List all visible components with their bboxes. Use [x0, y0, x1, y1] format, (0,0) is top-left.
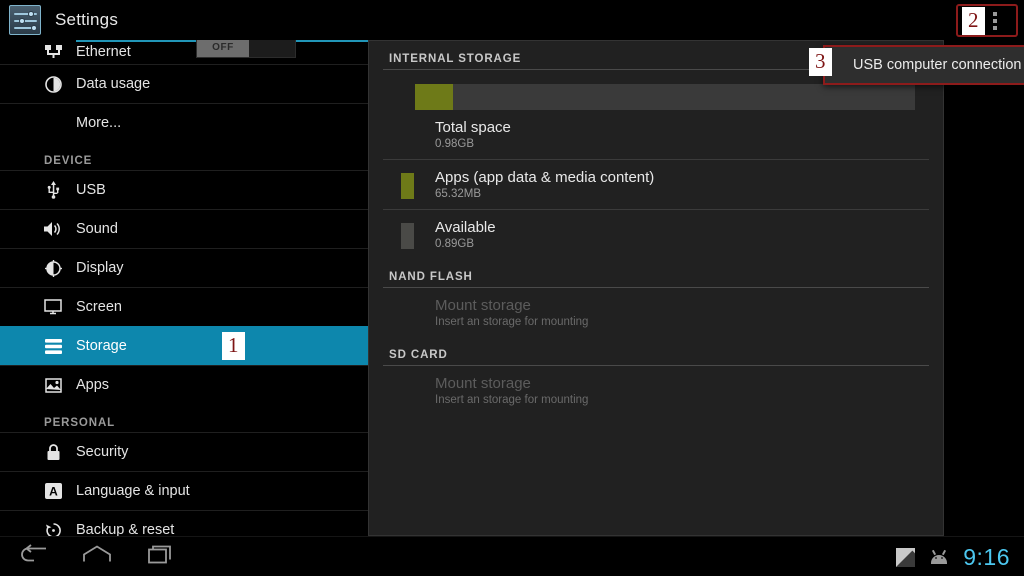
sidebar-item-label: Display	[76, 260, 124, 276]
overflow-menu-icon[interactable]	[992, 11, 997, 30]
apps-icon	[44, 376, 62, 394]
sound-icon	[44, 220, 62, 238]
sidebar-item-label: Screen	[76, 299, 122, 315]
settings-nav-list[interactable]: Ethernet OFF Data usage More... DEVICE U…	[0, 40, 368, 536]
legend-swatch-available	[401, 223, 414, 249]
storage-usage-bar	[415, 84, 915, 110]
backup-reset-icon	[44, 521, 62, 536]
android-head-icon	[929, 549, 949, 564]
sidebar-item-label: Ethernet	[76, 44, 131, 60]
menu-item-label: USB computer connection	[853, 57, 1022, 73]
nand-flash-mount-storage-row: Mount storage Insert an storage for moun…	[383, 288, 929, 337]
row-title: Available	[435, 219, 496, 236]
annotation-badge-3: 3	[809, 48, 832, 76]
sidebar-item-apps[interactable]: Apps	[0, 365, 368, 404]
storage-row-apps[interactable]: Apps (app data & media content) 65.32MB	[383, 160, 929, 210]
settings-sliders-icon	[9, 5, 41, 35]
section-header-sd-card: SD CARD	[383, 337, 929, 366]
sidebar-item-screen[interactable]: Screen	[0, 287, 368, 326]
sidebar-item-label: More...	[76, 115, 122, 131]
lock-icon	[44, 443, 62, 461]
storage-row-available[interactable]: Available 0.89GB	[383, 210, 929, 259]
sidebar-item-ethernet[interactable]: Ethernet OFF	[0, 40, 368, 64]
row-value: 0.98GB	[435, 138, 474, 150]
row-title: Apps (app data & media content)	[435, 169, 655, 186]
section-header-nand-flash: NAND FLASH	[383, 259, 929, 288]
row-title: Mount storage	[435, 297, 531, 314]
signal-no-service-icon	[896, 547, 916, 567]
storage-bar-used-segment	[415, 84, 453, 110]
sidebar-item-usb[interactable]: USB	[0, 170, 368, 209]
sidebar-item-label: Security	[76, 444, 129, 460]
sd-card-mount-storage-row: Mount storage Insert an storage for moun…	[383, 366, 929, 415]
sidebar-item-backup-reset[interactable]: Backup & reset	[0, 510, 368, 536]
storage-row-total-space[interactable]: Total space 0.98GB	[383, 110, 929, 160]
ethernet-toggle-state: OFF	[197, 40, 249, 57]
row-title: Total space	[435, 119, 511, 136]
language-input-icon: A	[44, 482, 62, 500]
sidebar-item-storage[interactable]: Storage 1	[0, 326, 368, 365]
sidebar-item-label: Language & input	[76, 483, 190, 499]
storage-icon	[44, 337, 62, 355]
sidebar-item-display[interactable]: Display	[0, 248, 368, 287]
row-value: Insert an storage for mounting	[435, 394, 589, 406]
sidebar-item-language-input[interactable]: A Language & input	[0, 471, 368, 510]
storage-detail-panel: INTERNAL STORAGE Total space 0.98GB Apps…	[368, 40, 1024, 536]
annotation-badge-1: 1	[222, 332, 245, 360]
recent-apps-icon[interactable]	[148, 544, 176, 569]
ethernet-icon	[44, 43, 62, 61]
annotation-badge-2: 2	[962, 6, 985, 35]
sidebar-item-sound[interactable]: Sound	[0, 209, 368, 248]
storage-usage-bar-wrap	[415, 84, 915, 110]
home-icon[interactable]	[82, 544, 112, 569]
usb-icon	[44, 181, 62, 199]
data-usage-icon	[44, 75, 62, 93]
sidebar-item-more[interactable]: More...	[0, 103, 368, 142]
sidebar-item-label: Storage	[76, 338, 127, 354]
usb-computer-connection-menu-item[interactable]: USB computer connection	[823, 45, 1024, 85]
display-brightness-icon	[44, 259, 62, 277]
sidebar-header-device: DEVICE	[44, 155, 93, 167]
row-title: Mount storage	[435, 375, 531, 392]
sidebar-item-label: USB	[76, 182, 106, 198]
row-value: 0.89GB	[435, 238, 474, 250]
action-bar: Settings 2	[0, 0, 1024, 40]
status-clock: 9:16	[963, 543, 1010, 570]
ethernet-toggle[interactable]: OFF	[196, 40, 296, 58]
system-navigation-bar: 9:16	[0, 536, 1024, 576]
row-value: Insert an storage for mounting	[435, 316, 589, 328]
screen-monitor-icon	[44, 298, 62, 316]
sidebar-item-label: Sound	[76, 221, 118, 237]
sidebar-item-label: Backup & reset	[76, 522, 175, 536]
overflow-menu-annotation: 2	[956, 4, 1018, 37]
sidebar-item-label: Data usage	[76, 76, 151, 92]
status-icons: 9:16	[896, 537, 1010, 576]
page-title: Settings	[55, 10, 119, 29]
back-arrow-icon[interactable]	[18, 543, 48, 570]
svg-text:A: A	[49, 485, 58, 499]
legend-swatch-apps	[401, 173, 414, 199]
sidebar-item-label: Apps	[76, 377, 110, 393]
sidebar-item-security[interactable]: Security	[0, 432, 368, 471]
android-settings-screen: Settings 2 Ethernet OFF Data usage More.…	[0, 0, 1024, 576]
sidebar-header-personal: PERSONAL	[44, 417, 116, 429]
sidebar-item-data-usage[interactable]: Data usage	[0, 64, 368, 103]
row-value: 65.32MB	[435, 188, 482, 200]
